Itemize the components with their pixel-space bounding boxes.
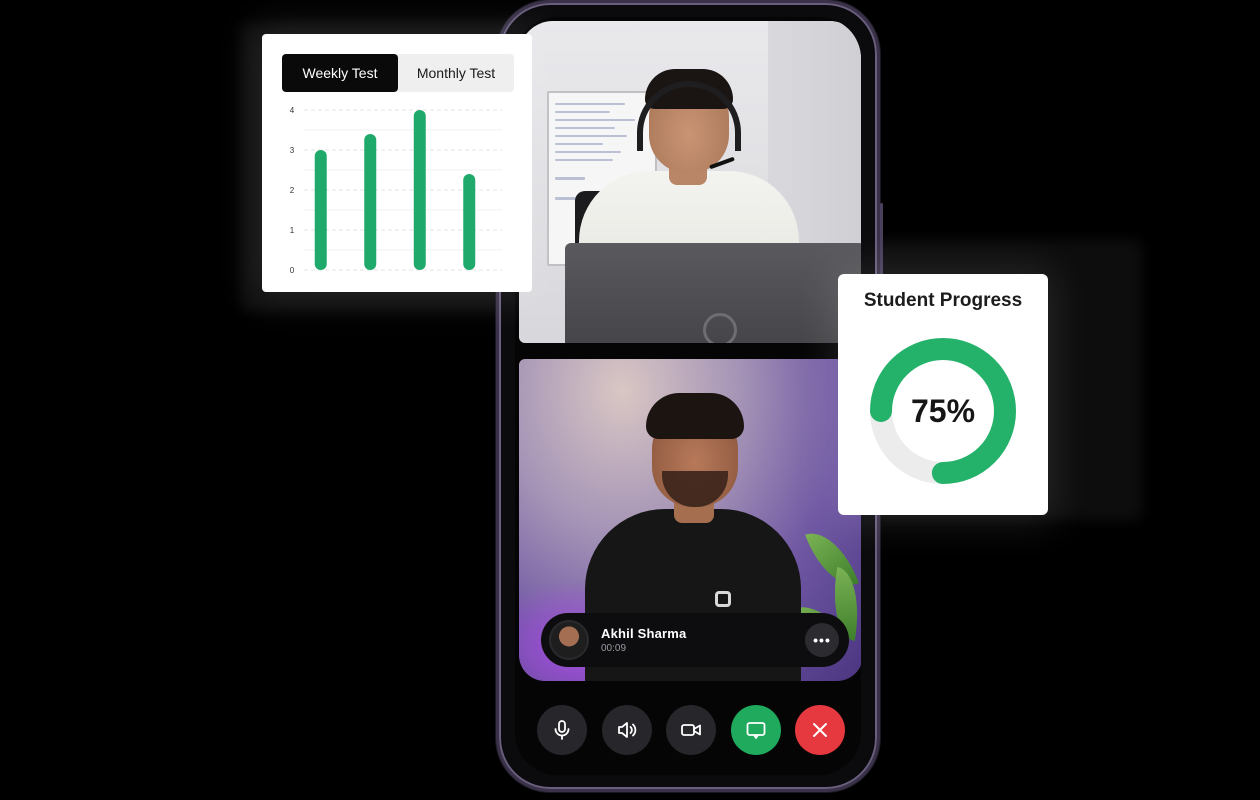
tab-weekly-test[interactable]: Weekly Test [282,54,398,92]
shirt-logo [715,591,731,607]
phone-frame: Akhil Sharma 00:09 ••• [493,0,883,792]
call-duration: 00:09 [601,643,627,654]
more-options-button[interactable]: ••• [805,623,839,657]
progress-value: 75% [910,392,976,429]
caller-info-bar: Akhil Sharma 00:09 ••• [541,613,849,667]
laptop [565,243,861,343]
end-call-icon [813,723,827,737]
speaker-button[interactable] [601,705,652,755]
y-tick-label: 4 [290,106,295,115]
test-results-card: 0 1 2 3 4 Weekly Test Monthly Test [262,34,532,292]
y-tick-label: 2 [290,186,295,195]
y-tick-label: 1 [290,226,295,235]
remote-video-tile[interactable] [519,21,861,343]
y-tick-label: 0 [290,266,295,275]
test-period-toggle: Weekly Test Monthly Test [282,54,514,92]
bar[interactable] [364,134,377,270]
chat-icon [746,722,765,739]
progress-title: Student Progress [863,290,1023,311]
bar[interactable] [314,150,327,270]
video-camera-icon [681,724,701,736]
end-call-button[interactable] [795,705,845,755]
video-toggle-button[interactable] [666,705,716,755]
phone-screen: Akhil Sharma 00:09 ••• [515,17,861,775]
y-tick-label: 3 [290,146,295,155]
student-progress-card: Student Progress 75% [838,274,1048,515]
mic-icon [554,720,570,740]
chat-button[interactable] [730,705,781,755]
mute-button[interactable] [537,705,587,755]
phone-power-button [880,203,883,283]
laptop-logo [703,313,737,343]
speaker-icon [617,722,636,738]
tab-monthly-test[interactable]: Monthly Test [398,54,514,92]
bar[interactable] [463,174,476,270]
caller-name: Akhil Sharma [601,626,687,641]
bar[interactable] [413,110,426,270]
avatar [549,620,589,660]
call-controls [537,705,845,755]
